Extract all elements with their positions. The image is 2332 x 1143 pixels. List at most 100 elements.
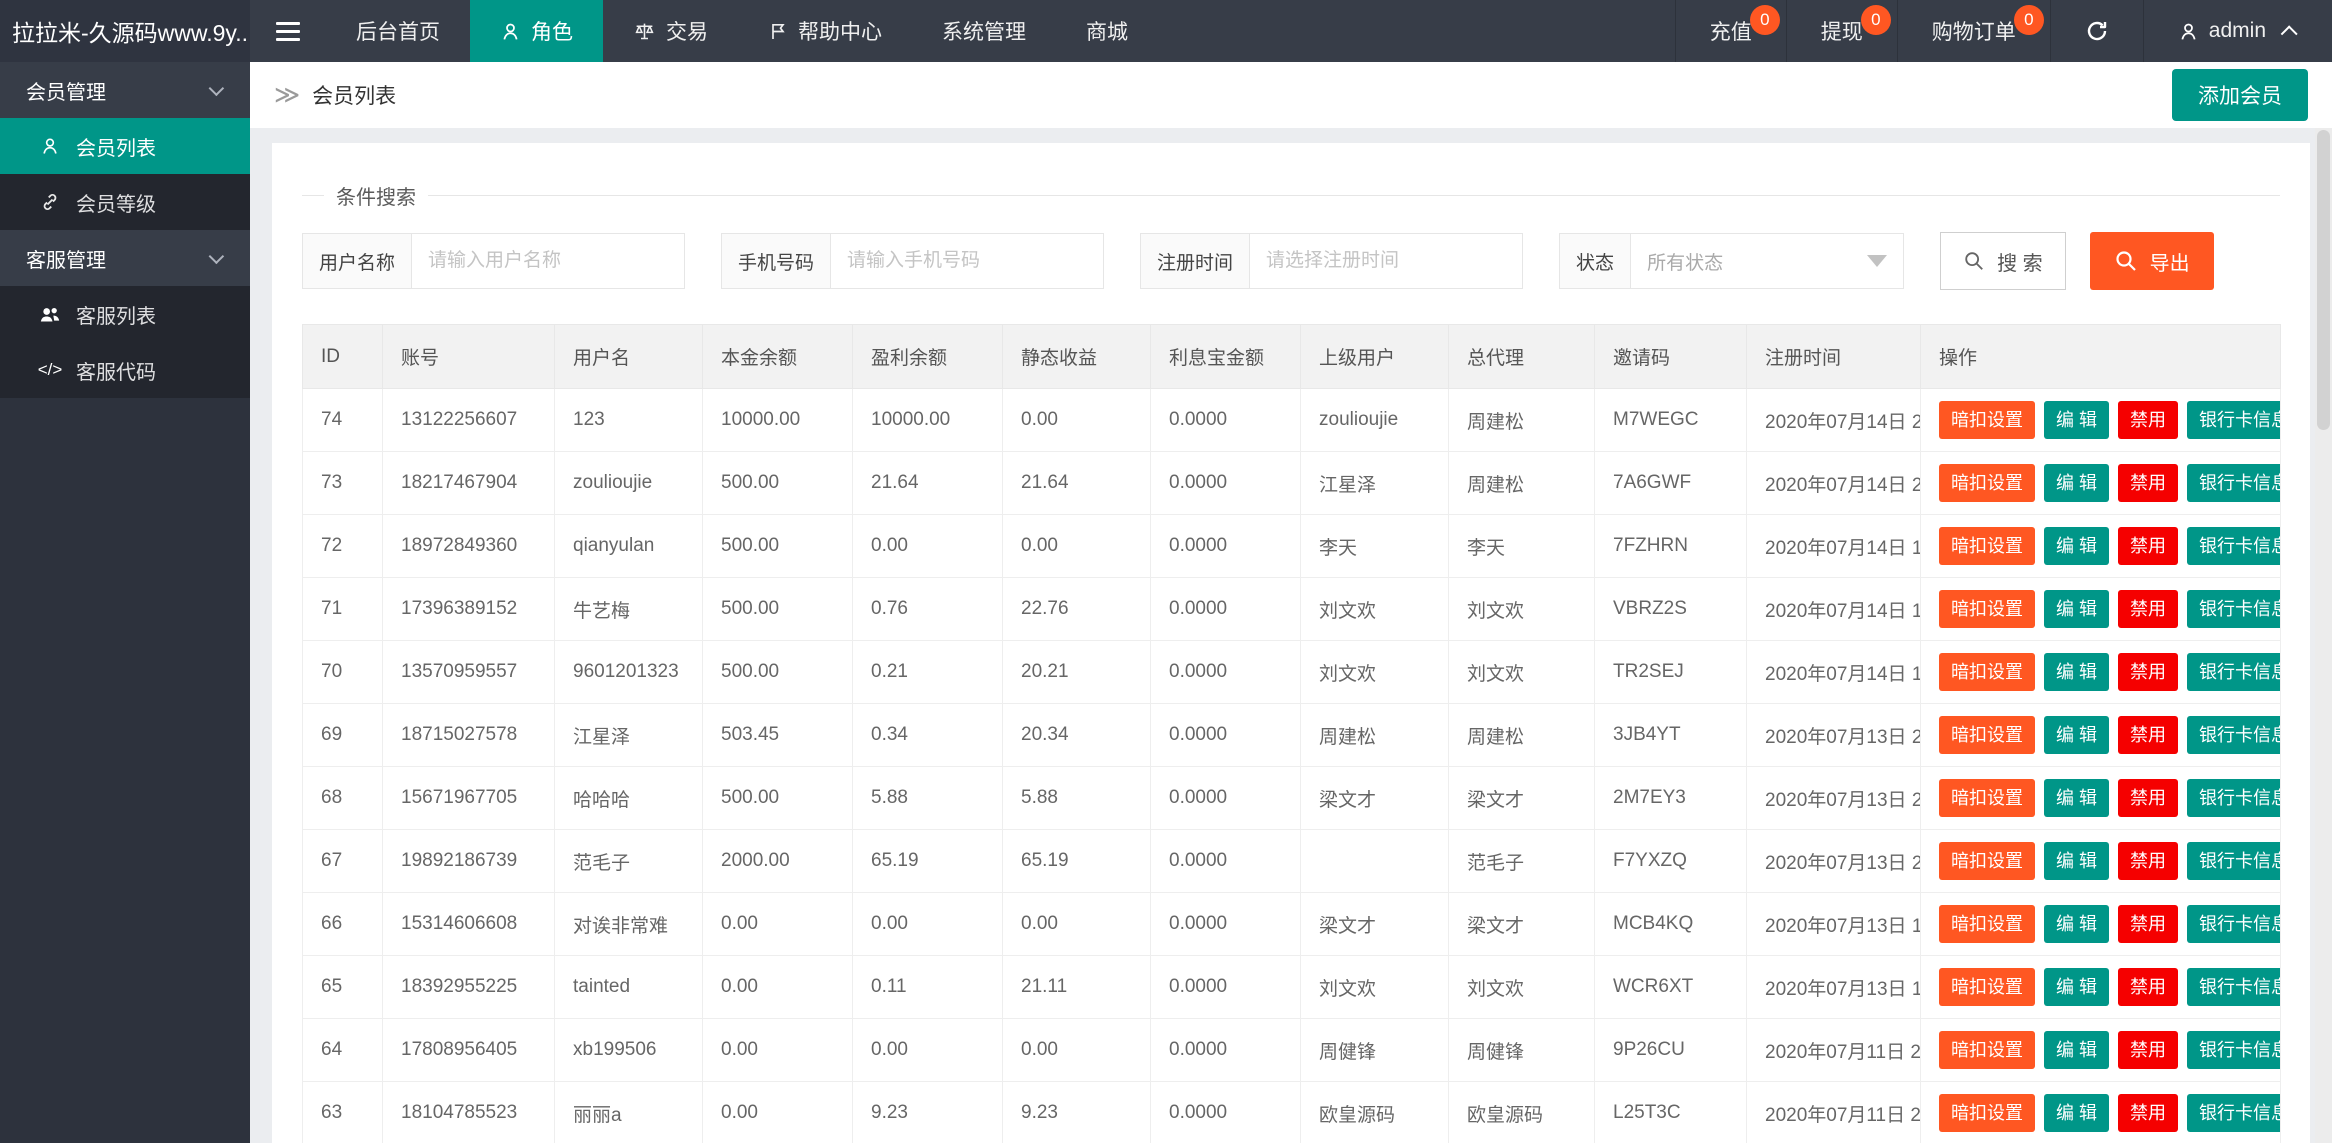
export-button[interactable]: 导出	[2089, 232, 2214, 290]
status-select[interactable]: 所有状态	[1631, 234, 1903, 288]
action-edit-button[interactable]: 编 辑	[2044, 464, 2110, 502]
action-disable-button[interactable]: 禁用	[2118, 527, 2179, 565]
cell-register-time: 2020年07月13日 22:08	[1746, 703, 1921, 767]
action-bank-card-button[interactable]: 银行卡信息	[2187, 1031, 2280, 1069]
action-bank-card-button[interactable]: 银行卡信息	[2187, 464, 2280, 502]
sidebar-group-member-manage[interactable]: 会员管理	[0, 62, 250, 118]
action-disable-button[interactable]: 禁用	[2118, 716, 2179, 754]
cell-actions: 暗扣设置编 辑禁用银行卡信息...	[1920, 577, 2281, 641]
register-time-input[interactable]	[1250, 234, 1523, 288]
action-deduct-settings-button[interactable]: 暗扣设置	[1939, 653, 2035, 691]
tab-dashboard[interactable]: 后台首页	[326, 0, 470, 62]
sidebar-group-service-manage[interactable]: 客服管理	[0, 230, 250, 286]
action-disable-button[interactable]: 禁用	[2118, 779, 2179, 817]
cell-interest-treasure: 0.0000	[1150, 640, 1301, 704]
cell-profit-balance: 9.23	[852, 1081, 1003, 1143]
action-disable-button[interactable]: 禁用	[2118, 590, 2179, 628]
action-edit-button[interactable]: 编 辑	[2044, 716, 2110, 754]
user-menu[interactable]: admin	[2142, 0, 2332, 62]
search-button[interactable]: 搜 索	[1940, 232, 2066, 290]
cell-register-time: 2020年07月14日 15:51	[1746, 640, 1921, 704]
cell-interest-treasure: 0.0000	[1150, 577, 1301, 641]
action-disable-button[interactable]: 禁用	[2118, 401, 2179, 439]
action-edit-button[interactable]: 编 辑	[2044, 1094, 2110, 1132]
cell-id: 63	[302, 1081, 383, 1143]
action-disable-button[interactable]: 禁用	[2118, 1031, 2179, 1069]
action-bank-card-button[interactable]: 银行卡信息	[2187, 779, 2280, 817]
sidebar-item-service-list[interactable]: 客服列表	[0, 286, 250, 342]
sidebar-item-member-list[interactable]: 会员列表	[0, 118, 250, 174]
action-deduct-settings-button[interactable]: 暗扣设置	[1939, 905, 2035, 943]
vertical-scrollbar[interactable]	[2315, 128, 2332, 1143]
action-disable-button[interactable]: 禁用	[2118, 1094, 2179, 1132]
table-row: 68 15671967705 哈哈哈 500.00 5.88 5.88 0.0000 梁文才梁…	[302, 766, 2281, 830]
action-edit-button[interactable]: 编 辑	[2044, 779, 2110, 817]
magnifier-icon	[2114, 249, 2138, 273]
action-edit-button[interactable]: 编 辑	[2044, 905, 2110, 943]
cell-username: 江星泽	[554, 703, 703, 767]
cell-principal-balance: 500.00	[702, 640, 853, 704]
action-edit-button[interactable]: 编 辑	[2044, 653, 2110, 691]
action-edit-button[interactable]: 编 辑	[2044, 527, 2110, 565]
withdraw-button[interactable]: 提现 0	[1785, 0, 1897, 62]
recharge-button[interactable]: 充值 0	[1674, 0, 1786, 62]
col-actions: 操作	[1920, 324, 2281, 389]
action-edit-button[interactable]: 编 辑	[2044, 842, 2110, 880]
table-header-row: ID 账号 用户名 本金余额 盈利余额 静态收益 利息宝金额 上级用户 总代理 …	[302, 324, 2281, 389]
search-legend: 条件搜索	[336, 187, 416, 209]
action-bank-card-button[interactable]: 银行卡信息	[2187, 401, 2280, 439]
action-deduct-settings-button[interactable]: 暗扣设置	[1939, 464, 2035, 502]
action-deduct-settings-button[interactable]: 暗扣设置	[1939, 401, 2035, 439]
sidebar-toggle-button[interactable]	[250, 0, 326, 62]
cell-interest-treasure: 0.0000	[1150, 766, 1301, 830]
scrollbar-thumb[interactable]	[2317, 130, 2330, 430]
action-bank-card-button[interactable]: 银行卡信息	[2187, 842, 2280, 880]
cell-account: 17396389152	[382, 577, 555, 641]
phone-input[interactable]	[831, 234, 1104, 288]
sidebar-item-member-level[interactable]: 会员等级	[0, 174, 250, 230]
action-deduct-settings-button[interactable]: 暗扣设置	[1939, 590, 2035, 628]
action-edit-button[interactable]: 编 辑	[2044, 590, 2110, 628]
tab-role[interactable]: 角色	[470, 0, 603, 62]
cell-account: 15671967705	[382, 766, 555, 830]
refresh-button[interactable]	[2049, 0, 2143, 62]
add-member-button[interactable]: 添加会员	[2172, 69, 2308, 121]
action-edit-button[interactable]: 编 辑	[2044, 1031, 2110, 1069]
tab-trade[interactable]: 交易	[603, 0, 738, 62]
action-disable-button[interactable]: 禁用	[2118, 842, 2179, 880]
action-disable-button[interactable]: 禁用	[2118, 653, 2179, 691]
username-label: admin	[2208, 19, 2266, 42]
action-bank-card-button[interactable]: 银行卡信息	[2187, 590, 2280, 628]
action-deduct-settings-button[interactable]: 暗扣设置	[1939, 968, 2035, 1006]
col-invite-code: 邀请码	[1594, 324, 1747, 389]
action-deduct-settings-button[interactable]: 暗扣设置	[1939, 1094, 2035, 1132]
cell-profit-balance: 65.19	[852, 829, 1003, 893]
tab-help-center[interactable]: 帮助中心	[738, 0, 912, 62]
table-row: 73 18217467904 zoulioujie 500.00 21.64 21.64 0…	[302, 451, 2281, 515]
sidebar-item-service-code[interactable]: </> 客服代码	[0, 342, 250, 398]
action-disable-button[interactable]: 禁用	[2118, 968, 2179, 1006]
action-bank-card-button[interactable]: 银行卡信息	[2187, 968, 2280, 1006]
action-deduct-settings-button[interactable]: 暗扣设置	[1939, 527, 2035, 565]
tab-mall[interactable]: 商城	[1056, 0, 1158, 62]
shop-orders-button[interactable]: 购物订单 0	[1896, 0, 2050, 62]
username-field-group: 用户名称	[302, 233, 686, 289]
action-bank-card-button[interactable]: 银行卡信息	[2187, 1094, 2280, 1132]
action-deduct-settings-button[interactable]: 暗扣设置	[1939, 1031, 2035, 1069]
action-disable-button[interactable]: 禁用	[2118, 905, 2179, 943]
cell-parent-user: 周健锋	[1300, 1018, 1449, 1082]
action-deduct-settings-button[interactable]: 暗扣设置	[1939, 842, 2035, 880]
username-input[interactable]	[412, 234, 685, 288]
action-deduct-settings-button[interactable]: 暗扣设置	[1939, 779, 2035, 817]
action-bank-card-button[interactable]: 银行卡信息	[2187, 716, 2280, 754]
cell-general-agent: 欧皇源码	[1448, 1081, 1595, 1143]
action-bank-card-button[interactable]: 银行卡信息	[2187, 653, 2280, 691]
action-edit-button[interactable]: 编 辑	[2044, 401, 2110, 439]
action-deduct-settings-button[interactable]: 暗扣设置	[1939, 716, 2035, 754]
action-bank-card-button[interactable]: 银行卡信息	[2187, 527, 2280, 565]
cell-account: 17808956405	[382, 1018, 555, 1082]
action-edit-button[interactable]: 编 辑	[2044, 968, 2110, 1006]
action-disable-button[interactable]: 禁用	[2118, 464, 2179, 502]
action-bank-card-button[interactable]: 银行卡信息	[2187, 905, 2280, 943]
tab-system-manage[interactable]: 系统管理	[912, 0, 1056, 62]
